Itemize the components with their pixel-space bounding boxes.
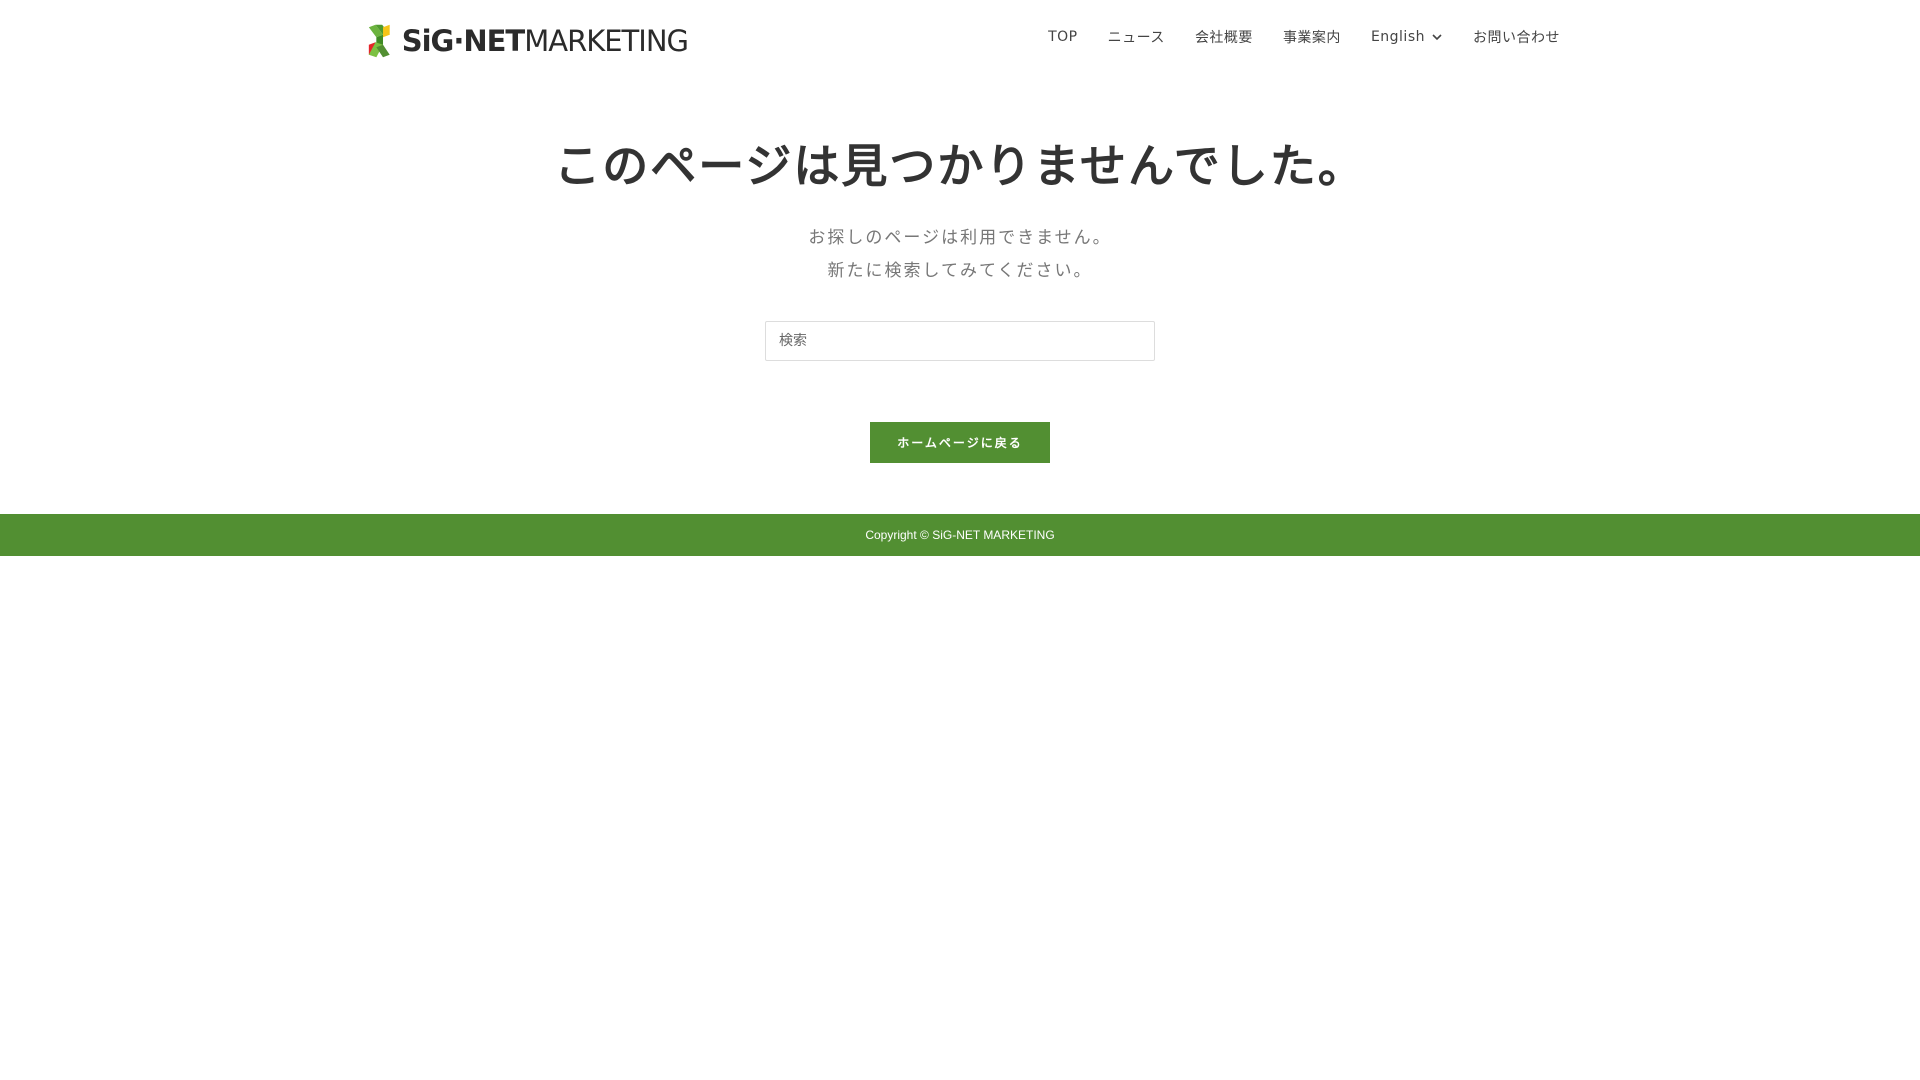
nav-item-news[interactable]: ニュース [1108, 27, 1165, 47]
site-header: SiG·NETMARKETING TOP ニュース 会社概要 事業案内 Engl… [0, 0, 1920, 90]
message-line-2: 新たに検索してみてください。 [827, 261, 1093, 281]
main-nav: TOP ニュース 会社概要 事業案内 English お問い合わせ [1048, 24, 1560, 50]
copyright-text: Copyright © SiG-NET MARKETING [865, 528, 1055, 542]
nav-item-english[interactable]: English [1371, 29, 1443, 45]
nav-item-business[interactable]: 事業案内 [1283, 27, 1341, 47]
logo-name-bold: SiG·NET [401, 23, 526, 58]
back-to-home-button[interactable]: ホームページに戻る [870, 422, 1050, 463]
nav-item-english-label: English [1370, 29, 1425, 45]
nav-item-contact[interactable]: お問い合わせ [1473, 27, 1560, 47]
logo-name-light: MARKETING [524, 23, 689, 58]
nav-item-company[interactable]: 会社概要 [1195, 27, 1253, 47]
site-logo[interactable]: SiG·NETMARKETING [368, 2, 689, 80]
page-title: このページは見つかりませんでした。 [554, 139, 1366, 193]
logo-wordmark: SiG·NETMARKETING [401, 23, 689, 58]
message-line-1: お探しのページは利用できません。 [808, 228, 1112, 248]
logo-mark-icon [368, 24, 390, 58]
site-footer: Copyright © SiG-NET MARKETING [0, 514, 1920, 556]
search-input[interactable] [765, 321, 1155, 361]
chevron-down-icon [1432, 34, 1442, 41]
not-found-message: お探しのページは利用できません。 新たに検索してみてください。 [0, 222, 1920, 288]
nav-item-top[interactable]: TOP [1048, 29, 1078, 45]
